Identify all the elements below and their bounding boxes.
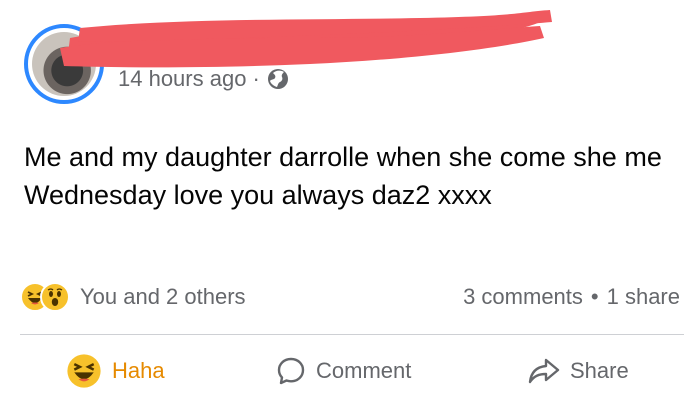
redaction-scribble (60, 10, 552, 68)
post-stats: You and 2 others 3 comments • 1 share (20, 280, 684, 316)
shares-count[interactable]: 1 share (607, 284, 680, 310)
timestamp[interactable]: 14 hours ago (118, 66, 246, 92)
comment-icon (277, 357, 305, 385)
divider (20, 334, 684, 335)
post-header: Pl 14 hours ago · (0, 0, 700, 110)
post-body: Me and my daughter darrolle when she com… (24, 142, 662, 210)
haha-button[interactable]: Haha (66, 348, 165, 394)
meta-separator: · (252, 66, 260, 91)
comments-count[interactable]: 3 comments (463, 284, 583, 310)
stats-separator: • (590, 284, 599, 309)
share-icon (528, 358, 560, 384)
post-meta: 14 hours ago · (118, 66, 290, 92)
globe-icon[interactable] (266, 67, 290, 91)
reactors-text[interactable]: You and 2 others (80, 284, 246, 310)
reaction-summary[interactable]: You and 2 others (20, 282, 246, 312)
haha-icon (67, 354, 101, 388)
share-label: Share (570, 358, 629, 383)
comment-label: Comment (316, 358, 412, 383)
action-bar: Haha Comment Share (0, 348, 700, 398)
comment-button[interactable]: Comment (276, 348, 411, 394)
engagement-counts: 3 comments • 1 share (463, 284, 680, 310)
wow-emoji-icon (40, 282, 70, 312)
share-button[interactable]: Share (528, 348, 629, 394)
haha-label: Haha (112, 358, 165, 383)
